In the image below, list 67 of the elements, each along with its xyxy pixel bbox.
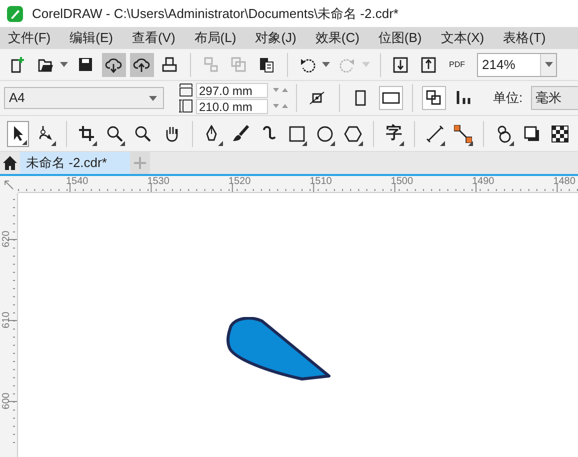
export-icon [420, 56, 438, 74]
caret-icon[interactable] [60, 62, 68, 67]
ruler-label: 1520 [228, 176, 251, 188]
tool-button[interactable] [7, 120, 30, 146]
checkerboard-icon [550, 124, 569, 142]
document-icon [202, 56, 220, 74]
ruler-origin-icon[interactable] [4, 180, 14, 190]
caret-icon[interactable] [322, 62, 330, 67]
menu-item[interactable]: 位图(B) [372, 28, 428, 48]
toolbar-button[interactable] [379, 86, 403, 110]
toolbar-button[interactable] [422, 86, 446, 110]
units-label: 单位: [493, 89, 523, 108]
width-field[interactable]: 297.0 mm [196, 82, 268, 98]
cloud-upload-icon [133, 56, 151, 74]
bars-icon [455, 89, 473, 107]
ruler-label: 610 [1, 310, 13, 330]
menu-item[interactable]: 效果(C) [309, 28, 366, 48]
zoom-combo[interactable]: 214% [477, 52, 557, 76]
origin-icon [309, 89, 327, 107]
toolbar-button[interactable] [102, 52, 126, 76]
overlapping-pages-icon [425, 89, 443, 107]
tool-button[interactable]: 字 [382, 120, 405, 146]
ruler-label: 1530 [147, 176, 170, 188]
import-icon [392, 56, 410, 74]
paste-icon [258, 56, 276, 74]
menu-item[interactable]: 文件(F) [2, 28, 57, 48]
ruler-label: 620 [1, 230, 13, 249]
ruler-label: 1480 [553, 176, 576, 188]
menu-item[interactable]: 表格(T) [497, 28, 552, 48]
menu-item[interactable]: 文本(X) [434, 28, 490, 48]
menu-item[interactable]: 布局(L) [188, 28, 242, 48]
brush-icon [232, 124, 250, 142]
ruler-label: 1510 [310, 176, 332, 188]
ruler-label: 600 [1, 392, 13, 411]
toolbar-button[interactable]: PDF [445, 52, 469, 76]
cloud-download-icon [105, 56, 123, 74]
window-title: CorelDRAW - C:\Users\Administrator\Documents\未命名 -2.cdr* [32, 4, 398, 23]
toolbar-button[interactable] [130, 52, 154, 76]
search-icon [134, 124, 152, 142]
height-icon [178, 99, 194, 113]
drop-shadow-icon [522, 124, 541, 142]
app-logo-icon [6, 4, 24, 22]
ellipse-icon [316, 124, 334, 142]
hexagon-icon [344, 124, 362, 142]
menu-item[interactable]: 查看(V) [126, 28, 182, 48]
new-document-icon [9, 56, 27, 74]
search-icon [106, 124, 124, 142]
menu-item[interactable]: 对象(J) [249, 28, 302, 48]
home-icon[interactable] [2, 155, 18, 171]
ruler-label: 1540 [66, 176, 88, 188]
ruler-label: 1500 [390, 176, 414, 188]
height-field[interactable]: 210.0 mm [196, 98, 268, 114]
units-dropdown[interactable]: 毫米 [530, 86, 578, 110]
width-icon [178, 83, 194, 97]
menu-item[interactable]: 编辑(E) [64, 28, 119, 48]
page-size-dropdown[interactable]: A4 [4, 87, 164, 109]
caret-icon [149, 96, 157, 100]
ruler-label: 1490 [472, 176, 494, 188]
crop-icon [78, 124, 96, 142]
diagonal-line-icon [426, 124, 444, 142]
caret-icon [544, 62, 552, 67]
connector-icon [454, 124, 472, 142]
copy-icon [230, 56, 248, 74]
plus-icon [134, 157, 146, 169]
document-tab[interactable]: 未命名 -2.cdr* [20, 152, 130, 174]
printer-icon [161, 56, 179, 74]
rectangle-icon [288, 124, 306, 142]
